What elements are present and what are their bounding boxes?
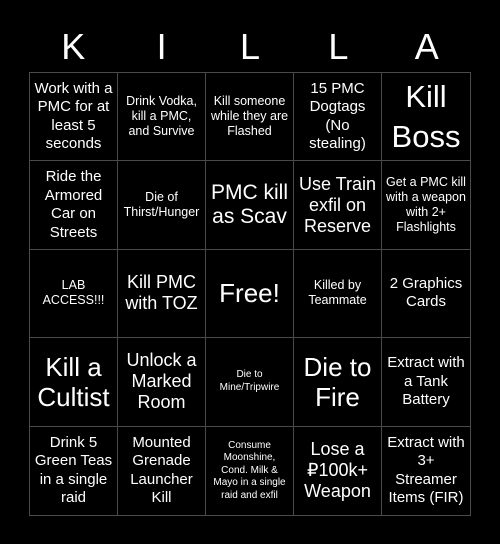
cell-text: Work with a PMC for at least 5 seconds [34, 79, 113, 153]
cell-text: Free! [219, 278, 280, 309]
bingo-cell[interactable]: Mounted Grenade Launcher Kill [118, 426, 206, 515]
header-letter-a: A [414, 26, 439, 67]
bingo-cell[interactable]: Lose a ₽100k+ Weapon [294, 426, 382, 515]
cell-text: Die of Thirst/Hunger [123, 190, 200, 220]
bingo-cell[interactable]: Use Train exfil on Reserve [294, 161, 382, 250]
bingo-cell[interactable]: Consume Moonshine, Cond. Milk & Mayo in … [206, 426, 294, 515]
bingo-cell[interactable]: LAB ACCESS!!! [30, 249, 118, 339]
cell-text: Drink 5 Green Teas in a single raid [34, 433, 113, 507]
header-letter-l: L [239, 26, 260, 67]
cell-text: PMC kill as Scav [211, 181, 288, 229]
bingo-cell[interactable]: Killed by Teammate [294, 249, 382, 339]
bingo-cell[interactable]: Work with a PMC for at least 5 seconds [30, 73, 118, 162]
cell-text: Consume Moonshine, Cond. Milk & Mayo in … [213, 439, 286, 501]
cell-text: Kill a Cultist [37, 351, 110, 412]
cell-text: Drink Vodka, kill a PMC, and Survive [126, 94, 197, 139]
header-letter-k: K [61, 26, 86, 67]
bingo-cell[interactable]: Unlock a Marked Room [118, 338, 206, 427]
bingo-cell[interactable]: Die to Fire [294, 338, 382, 427]
cell-text: Get a PMC kill with a weapon with 2+ Fla… [386, 175, 466, 235]
header-letter-l-2: L [328, 26, 349, 67]
cell-text: Kill PMC with TOZ [125, 272, 198, 314]
cell-text: Kill Boss [391, 78, 461, 154]
bingo-cell[interactable]: PMC kill as Scav [206, 161, 294, 250]
bingo-cell[interactable]: Die of Thirst/Hunger [118, 161, 206, 250]
cell-text: 15 PMC Dogtags (No stealing) [309, 79, 366, 153]
bingo-cell[interactable]: Kill PMC with TOZ [118, 249, 206, 339]
cell-text: Use Train exfil on Reserve [298, 173, 377, 236]
bingo-cell[interactable]: Extract with 3+ Streamer Items (FIR) [382, 427, 470, 515]
bingo-cell[interactable]: 15 PMC Dogtags (No stealing) [294, 73, 382, 162]
bingo-header: K I L L A [29, 22, 471, 72]
cell-text: Die to Fire [303, 351, 372, 412]
bingo-cell[interactable]: Drink 5 Green Teas in a single raid [30, 426, 118, 515]
bingo-cell[interactable]: Kill Boss [382, 73, 470, 162]
bingo-cell[interactable]: 2 Graphics Cards [382, 250, 470, 339]
bingo-cell[interactable]: Ride the Armored Car on Streets [30, 161, 118, 250]
bingo-board: Work with a PMC for at least 5 seconds D… [29, 72, 471, 516]
bingo-cell[interactable]: Drink Vodka, kill a PMC, and Survive [118, 73, 206, 162]
cell-text: Killed by Teammate [308, 278, 367, 308]
cell-text: LAB ACCESS!!! [42, 278, 105, 308]
header-letter-i: I [156, 26, 167, 67]
cell-text: 2 Graphics Cards [389, 274, 463, 311]
cell-text: Mounted Grenade Launcher Kill [130, 433, 193, 507]
cell-text: Lose a ₽100k+ Weapon [304, 439, 371, 502]
cell-text: Ride the Armored Car on Streets [44, 168, 103, 241]
bingo-cell[interactable]: Get a PMC kill with a weapon with 2+ Fla… [382, 161, 470, 250]
bingo-cell[interactable]: Extract with a Tank Battery [382, 338, 470, 427]
cell-text: Extract with a Tank Battery [387, 354, 465, 409]
bingo-cell[interactable]: Die to Mine/Tripwire [206, 338, 294, 427]
cell-text: Unlock a Marked Room [126, 350, 197, 413]
bingo-cell[interactable]: Kill a Cultist [30, 338, 118, 427]
bingo-cell[interactable]: Kill someone while they are Flashed [206, 73, 294, 162]
cell-text: Extract with 3+ Streamer Items (FIR) [387, 433, 465, 507]
cell-text: Kill someone while they are Flashed [210, 94, 289, 139]
bingo-cell-free[interactable]: Free! [206, 249, 294, 339]
cell-text: Die to Mine/Tripwire [219, 369, 280, 393]
